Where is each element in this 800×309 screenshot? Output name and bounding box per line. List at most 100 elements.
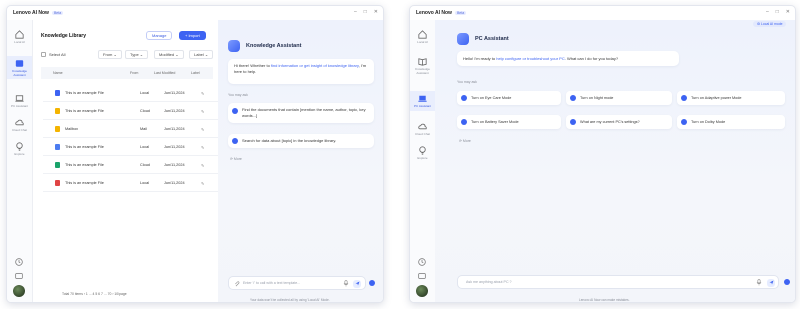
search-icon — [232, 138, 238, 144]
import-button[interactable]: + Import — [179, 31, 206, 40]
file-modified: Jun/11,2024 — [164, 91, 185, 95]
suggestion-text: What are my current PC's settings? — [580, 120, 640, 124]
file-icon — [55, 90, 60, 96]
minimize-button[interactable]: – — [766, 9, 769, 15]
cloud-icon — [15, 119, 24, 126]
suggestion-pc-settings[interactable]: What are my current PC's settings? — [566, 115, 672, 129]
manage-button[interactable]: Manage — [146, 31, 173, 40]
file-name: This is an example File — [65, 181, 104, 185]
book-icon — [418, 58, 427, 66]
power-icon — [681, 95, 687, 101]
sidebar-item-cloud-chat[interactable]: Cloud Chat — [7, 117, 32, 133]
close-button[interactable]: ✕ — [786, 9, 790, 15]
local-ai-badge[interactable]: ⚙ Local AI mode — [753, 21, 787, 27]
edit-label-icon[interactable]: ✎ — [201, 163, 204, 168]
file-icon — [55, 144, 60, 150]
suggestion-card[interactable]: Search for data about [topic] in the kno… — [228, 134, 374, 148]
chat-input[interactable]: Ask me anything about PC ? — [457, 275, 779, 289]
sidebar-item-label: PC Assistant — [413, 104, 431, 108]
minimize-button[interactable]: – — [354, 9, 357, 15]
sidebar-item-knowledge-assistant[interactable]: Knowledge Assistant — [7, 56, 32, 79]
inbox-icon[interactable] — [14, 271, 24, 281]
filter-label[interactable]: Label ⌄ — [189, 50, 214, 59]
edit-label-icon[interactable]: ✎ — [201, 127, 204, 132]
attach-icon[interactable] — [233, 280, 240, 287]
table-header: Name From Last Modified Label — [41, 67, 213, 79]
sidebar-item-pc-assistant[interactable]: PC Assistant — [410, 91, 435, 111]
assistant-logo-icon — [457, 33, 469, 45]
edit-label-icon[interactable]: ✎ — [201, 91, 204, 96]
more-link[interactable]: ⟳ More — [459, 139, 471, 143]
maximize-button[interactable]: □ — [776, 9, 779, 15]
edit-label-icon[interactable]: ✎ — [201, 145, 204, 150]
sidebar-item-explore[interactable]: Explore — [7, 141, 32, 157]
assistant-logo-icon — [228, 40, 240, 52]
suggestion-card[interactable]: Find the documents that contain [mention… — [228, 103, 374, 123]
laptop-icon — [15, 95, 24, 102]
filter-modified[interactable]: Modified ⌄ — [154, 50, 184, 59]
avatar[interactable] — [13, 285, 25, 297]
file-icon — [55, 108, 60, 114]
inbox-icon[interactable] — [417, 271, 427, 281]
suggestion-text: Find the documents that contain [mention… — [242, 107, 366, 118]
table-row[interactable]: This is an example File Cloud Jun/11,2024 ✎ — [43, 158, 221, 174]
filter-type[interactable]: Type ⌄ — [125, 50, 149, 59]
file-source: Cloud — [140, 163, 150, 167]
table-row[interactable]: This is an example File Local Jun/11,2024 ✎ — [43, 176, 221, 192]
microphone-icon[interactable] — [343, 280, 349, 287]
select-all-checkbox[interactable] — [41, 52, 46, 57]
column-header-name: Name — [53, 71, 63, 75]
suggestion-dolby[interactable]: Turn on Dolby Mode — [677, 115, 785, 129]
file-name: Mailbox — [65, 127, 79, 131]
more-label: More — [462, 139, 471, 143]
table-row[interactable]: This is an example File Local Jun/11,2024 ✎ — [43, 86, 221, 102]
sidebar-item-cloud-chat[interactable]: Cloud Chat — [410, 121, 435, 137]
avatar[interactable] — [416, 285, 428, 297]
sidebar-item-local-ai[interactable]: Local AI — [410, 29, 435, 45]
maximize-button[interactable]: □ — [364, 9, 367, 15]
file-source: Local — [140, 181, 150, 185]
sidebar-item-knowledge-assistant[interactable]: Knowledge Assistant — [410, 56, 435, 75]
battery-icon — [461, 119, 467, 125]
file-source: Local — [140, 91, 150, 95]
pagination[interactable]: Total 70 items ‹ 1 ... 4 5 6 7 ... 70 › … — [62, 292, 127, 296]
title-bar: Lenovo AI Now Beta – □ ✕ — [7, 6, 383, 20]
sidebar-item-pc-assistant[interactable]: PC Assistant — [7, 93, 32, 109]
sidebar-item-label: Local AI — [417, 40, 428, 44]
history-icon[interactable] — [417, 257, 427, 267]
app-title: Lenovo AI Now — [416, 10, 452, 16]
greeting-link[interactable]: help configure or troubleshoot your PC — [496, 56, 564, 61]
file-modified: Jun/11,2024 — [164, 163, 185, 167]
greeting-text-end: . What can I do for you today? — [564, 56, 619, 61]
column-header-modified: Last Modified — [154, 71, 176, 75]
suggestion-eye-care[interactable]: Turn on Eye Care Mode — [457, 91, 561, 105]
disclaimer-note: Lenovo AI Now can make mistakes. — [579, 298, 630, 302]
history-icon[interactable] — [14, 257, 24, 267]
sidebar-item-local-ai[interactable]: Local AI — [7, 29, 32, 45]
edit-label-icon[interactable]: ✎ — [201, 181, 204, 186]
table-row[interactable]: This is an example File Cloud Jun/11,2024 ✎ — [43, 104, 221, 120]
more-link[interactable]: ⟳ More — [230, 157, 242, 161]
sidebar-item-label: Knowledge Assistant — [12, 69, 27, 77]
send-button[interactable] — [353, 279, 361, 288]
suggestion-night-mode[interactable]: Turn on Night mode — [566, 91, 672, 105]
send-button[interactable] — [767, 278, 775, 287]
chat-input[interactable]: Enter '/' to call with a text template..… — [228, 276, 366, 290]
microphone-icon[interactable] — [756, 279, 762, 286]
table-row[interactable]: This is an example File Local Jun/11,2024 ✎ — [43, 140, 221, 156]
edit-label-icon[interactable]: ✎ — [201, 109, 204, 114]
filter-from[interactable]: From ⌄ — [98, 50, 122, 59]
close-button[interactable]: ✕ — [374, 9, 378, 15]
moon-icon — [570, 95, 576, 101]
assistant-mode-icon[interactable] — [369, 280, 375, 286]
cloud-icon — [418, 123, 427, 130]
assistant-mode-icon[interactable] — [784, 279, 790, 285]
suggestion-adaptive-power[interactable]: Turn on Adaptive power Mode — [677, 91, 785, 105]
greeting-link[interactable]: find information or get insight of knowl… — [271, 63, 359, 68]
table-row[interactable]: Mailbox Mail Jun/11,2024 ✎ — [43, 122, 221, 138]
suggestion-battery-saver[interactable]: Turn on Battery Saver Mode — [457, 115, 561, 129]
sidebar-item-explore[interactable]: Explore — [410, 145, 435, 161]
beta-badge: Beta — [454, 11, 467, 15]
sidebar: Local AI Knowledge Assistant PC Assistan… — [410, 20, 436, 302]
laptop-icon — [418, 95, 427, 102]
